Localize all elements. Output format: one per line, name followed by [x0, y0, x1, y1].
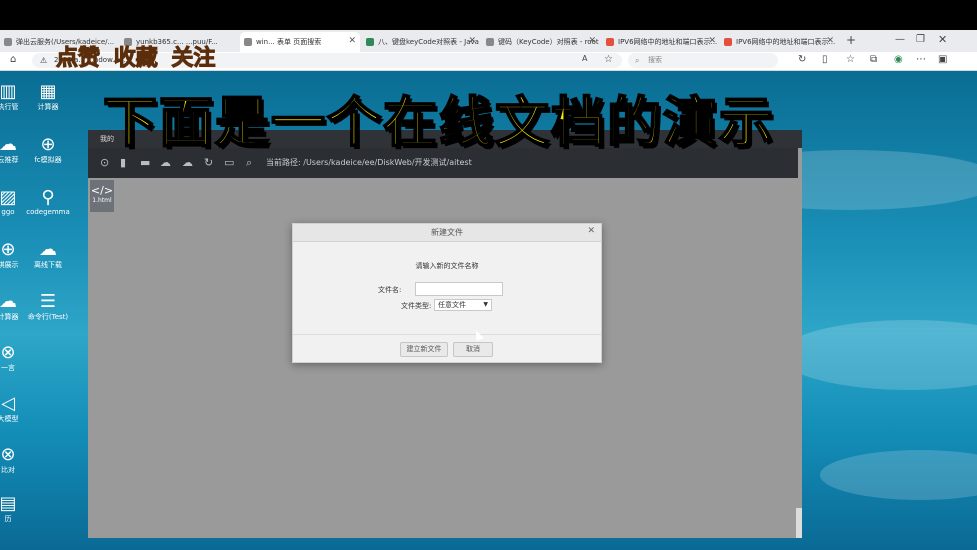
refresh-icon[interactable]: ↻: [798, 54, 806, 65]
extension-icon[interactable]: ◉: [894, 54, 903, 65]
back-icon[interactable]: ⊙: [100, 156, 109, 169]
page-icon: [244, 38, 252, 46]
scrollbar[interactable]: [796, 508, 802, 538]
upload-icon[interactable]: ☁: [160, 156, 171, 169]
new-file-dialog: 新建文件 ✕ 请输入新的文件名称 文件名: 文件类型: 任意文件 ▼ 建立新文件…: [292, 223, 602, 363]
cancel-button[interactable]: 取消: [453, 342, 493, 357]
desktop-icon-codegemma[interactable]: ⚲ codegemma: [18, 187, 78, 217]
close-tab-icon[interactable]: ✕: [826, 36, 834, 46]
page-icon: [606, 38, 614, 46]
download-icon[interactable]: ☁: [182, 156, 193, 169]
current-path: 当前路径: /Users/kadeice/ee/DiskWeb/开发测试/ait…: [266, 158, 472, 167]
page-icon: [366, 38, 374, 46]
page-icon: [724, 38, 732, 46]
sidebar-icon[interactable]: ▣: [938, 54, 947, 65]
sticker-overlay: 点赞 收藏 关注: [55, 40, 221, 72]
refresh-icon[interactable]: ↻: [204, 156, 213, 169]
page-icon: [486, 38, 494, 46]
warning-icon: ⚠: [40, 56, 48, 65]
maximize-icon[interactable]: ❐: [916, 34, 925, 45]
read-aloud-icon[interactable]: A: [582, 54, 587, 63]
browser-tab[interactable]: 八、键盘keyCode对照表 - Java ✕: [362, 32, 480, 52]
close-tab-icon[interactable]: ✕: [468, 36, 476, 46]
close-tab-icon[interactable]: ✕: [588, 36, 596, 46]
bicycle-icon: ⚲: [41, 187, 55, 208]
new-file-icon[interactable]: ▮: [120, 156, 126, 169]
desktop-icon-calendar[interactable]: ▤ 历: [0, 494, 38, 524]
binoculars-icon: ⊗: [0, 444, 16, 465]
desktop-icon-yiyan[interactable]: ⊗ 一言: [0, 343, 38, 373]
file-tab[interactable]: </> 1.html: [90, 180, 114, 212]
open-folder-icon[interactable]: ▭: [224, 156, 234, 169]
browser-tab[interactable]: IPV6网络中的地址和端口表示... ✕: [720, 32, 838, 52]
chevron-down-icon: ▼: [483, 301, 488, 308]
file-name-input[interactable]: [415, 282, 503, 296]
desktop-icon-llm[interactable]: ◁ 大模型: [0, 394, 38, 424]
desktop-icon-offline-download[interactable]: ☁ 离线下载: [18, 240, 78, 270]
search-field[interactable]: ⌕ 搜索: [628, 53, 778, 68]
dialog-title: 新建文件: [293, 224, 601, 242]
dialog-prompt: 请输入新的文件名称: [415, 262, 479, 270]
send-icon: ◁: [1, 393, 15, 414]
file-name-label: 文件名:: [378, 286, 402, 294]
sticker-follow: 关注: [171, 46, 216, 72]
file-type-label: 文件类型:: [401, 302, 432, 310]
cloud-icon: ☁: [39, 239, 57, 260]
home-icon[interactable]: ⌂: [10, 54, 16, 65]
search-icon: ⌕: [635, 56, 640, 65]
list-icon: ☰: [39, 291, 57, 312]
browser-tab[interactable]: 键码（KeyCode）对照表 - root ✕: [482, 32, 600, 52]
close-window-icon[interactable]: ✕: [938, 33, 947, 46]
code-icon: </>: [90, 184, 114, 197]
sticker-favorite: 收藏: [113, 46, 158, 72]
desktop-icon-cmd-test[interactable]: ☰ 命令行(Test): [18, 292, 78, 322]
favorite-star-icon[interactable]: ☆: [604, 54, 613, 65]
close-icon[interactable]: ✕: [587, 226, 595, 236]
search-icon[interactable]: ⌕: [246, 156, 252, 170]
desktop-icon-compare[interactable]: ⊗ 比对: [0, 445, 38, 475]
file-type-select[interactable]: 任意文件 ▼: [434, 299, 492, 311]
collections-icon[interactable]: ⧉: [870, 54, 877, 65]
favorites-icon[interactable]: ☆: [846, 54, 855, 65]
binoculars-icon: ⊗: [0, 342, 16, 363]
dialog-footer: 建立新文件 取消: [293, 334, 601, 363]
browser-tab-active[interactable]: win... 表单 页面搜索 ✕: [240, 32, 360, 52]
calendar-icon: ▤: [0, 493, 17, 514]
close-tab-icon[interactable]: ✕: [348, 36, 356, 46]
new-folder-icon[interactable]: ▬: [140, 156, 150, 169]
browser-tab[interactable]: IPV6网络中的地址和端口表示... ✕: [602, 32, 720, 52]
minimize-icon[interactable]: —: [895, 34, 905, 45]
close-tab-icon[interactable]: ✕: [708, 36, 716, 46]
more-menu-icon[interactable]: ⋯: [916, 54, 926, 65]
banner-caption: 下面是一个在线文档的演示: [102, 90, 775, 155]
page-icon: [4, 38, 12, 46]
new-tab-icon[interactable]: +: [846, 33, 856, 47]
split-screen-icon[interactable]: ▯: [822, 54, 828, 65]
create-file-button[interactable]: 建立新文件: [400, 342, 448, 357]
sticker-like: 点赞: [55, 46, 101, 72]
